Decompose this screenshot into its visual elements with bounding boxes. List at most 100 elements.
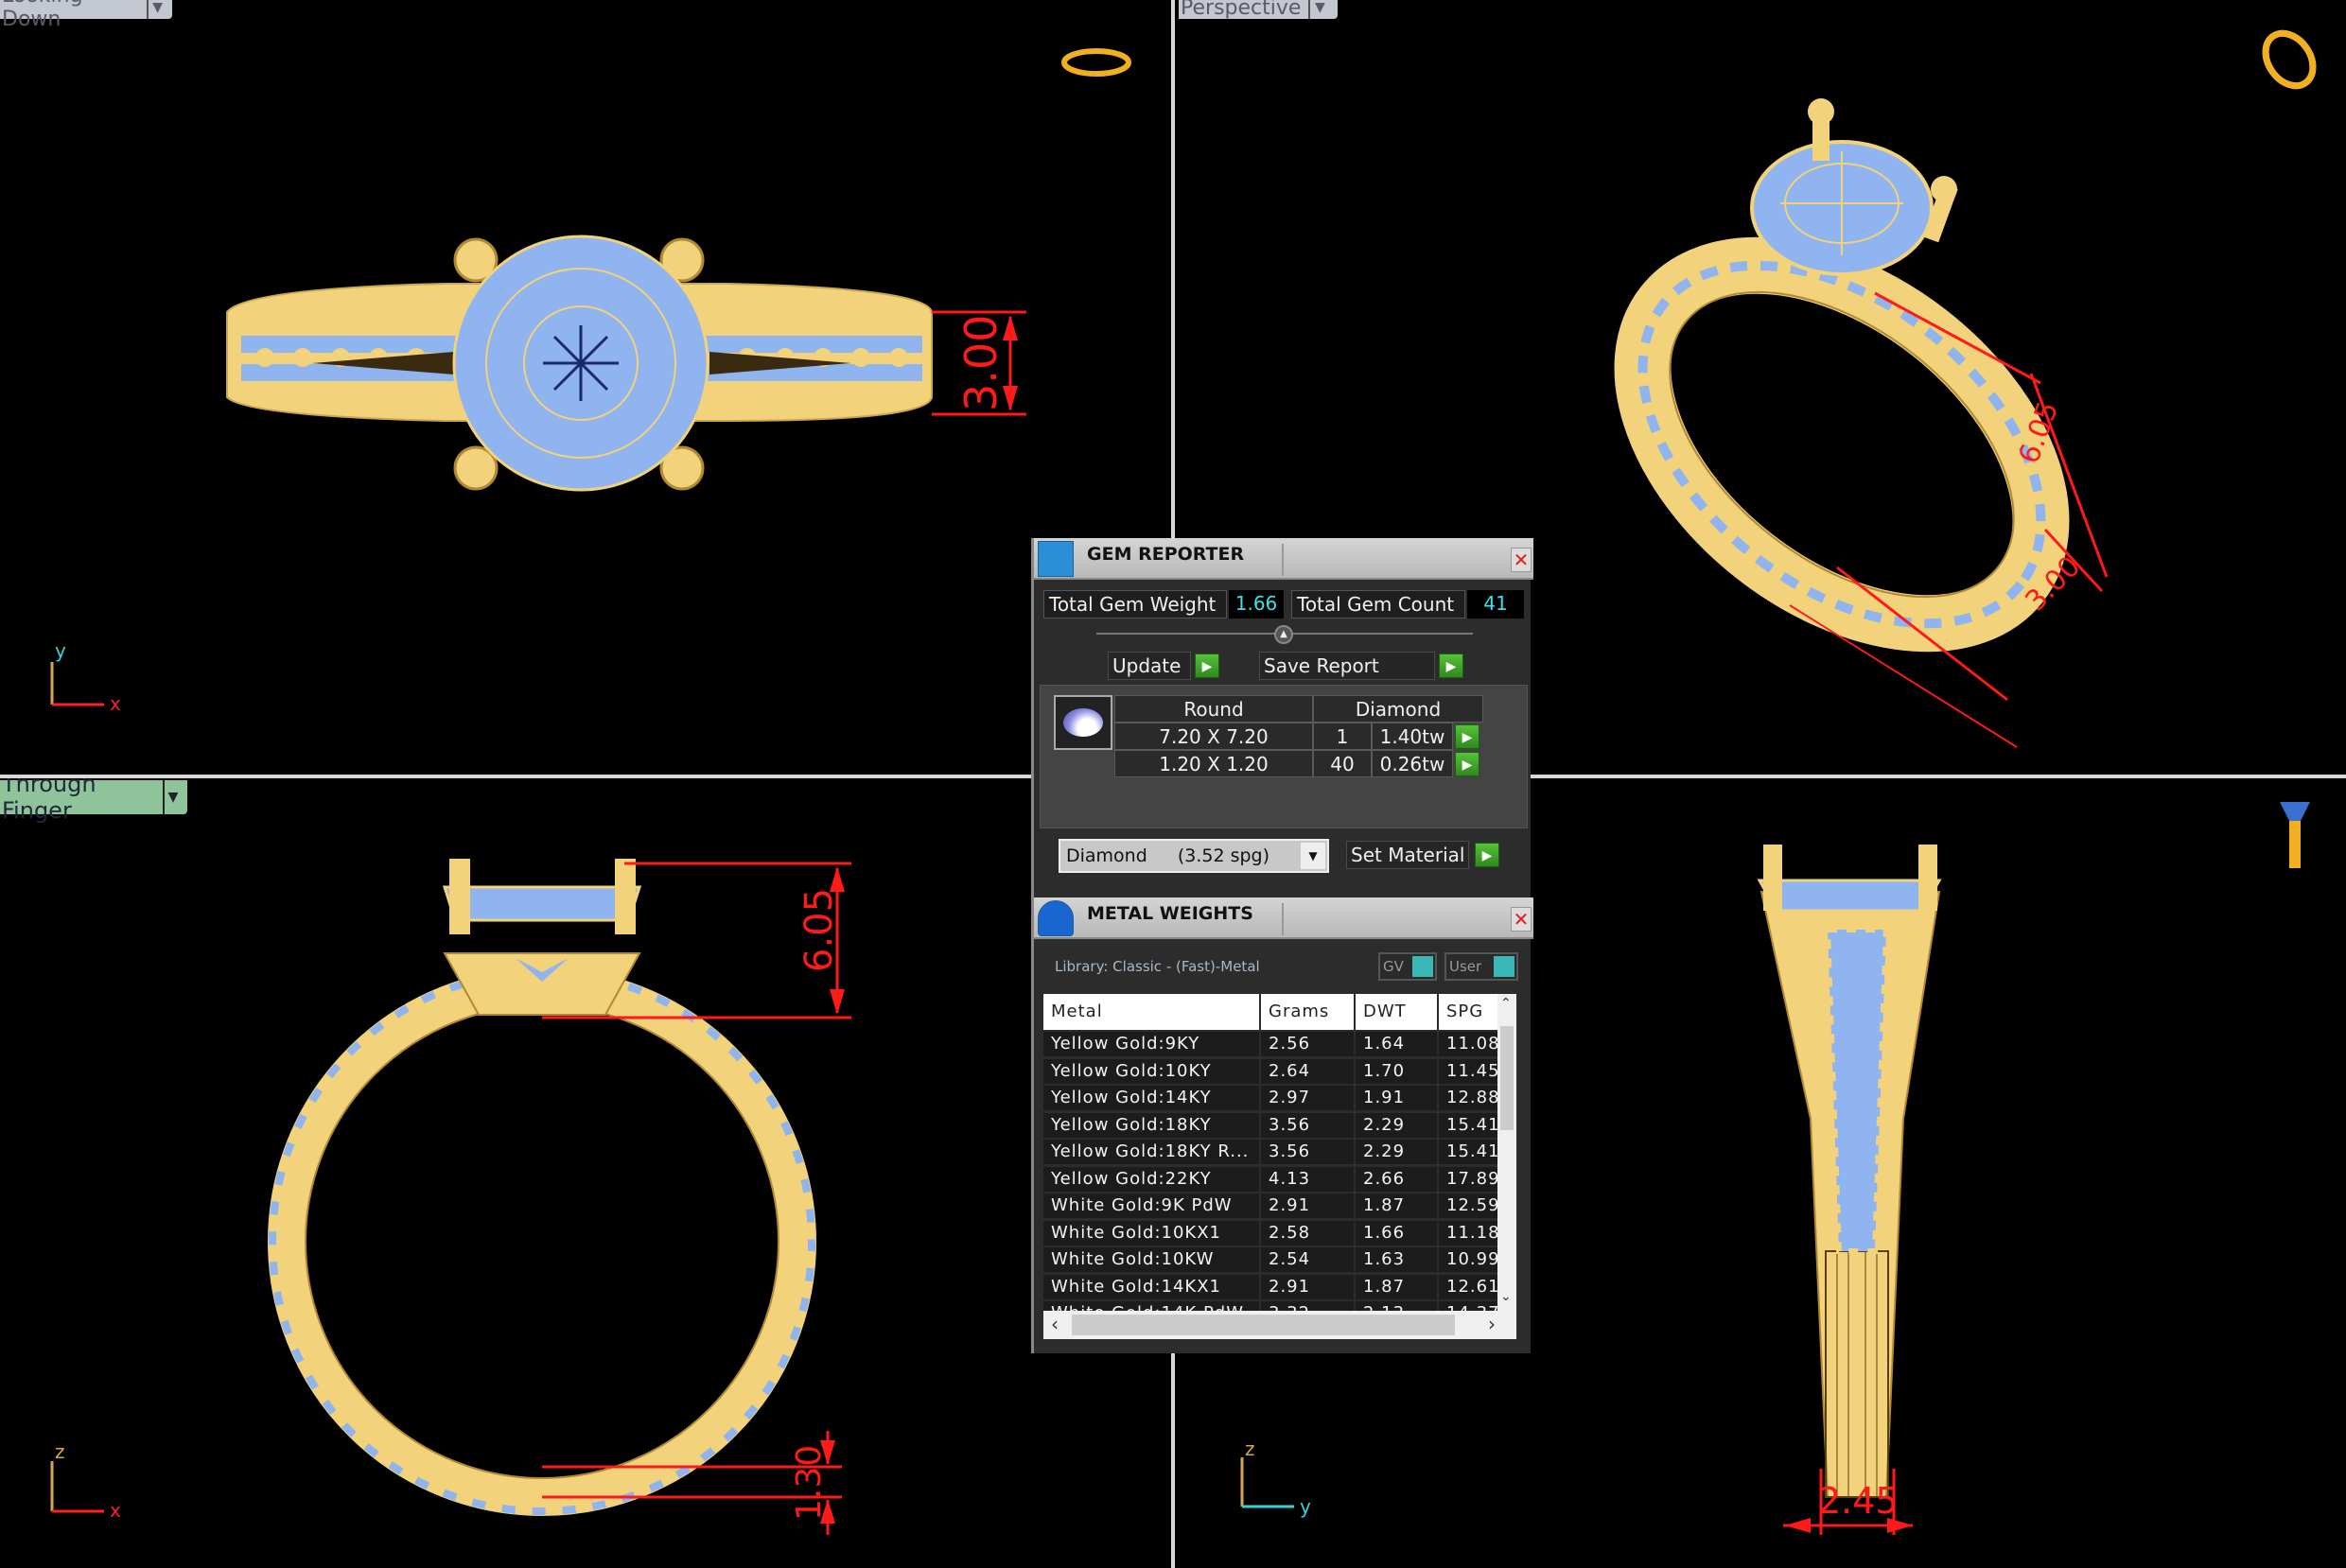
dwt-value-cell: 1.70 [1356, 1058, 1437, 1084]
title-separator [1282, 903, 1284, 935]
column-header-dwt[interactable]: DWT [1356, 994, 1437, 1030]
axis-x-label: x [110, 692, 121, 715]
gem-shape-header: Round [1114, 695, 1313, 723]
spg-value-cell: 10.99 [1439, 1247, 1497, 1272]
table-row[interactable]: Yellow Gold:18KY 3.56 2.29 15.41 [1043, 1112, 1507, 1138]
grams-value-cell: 2.64 [1261, 1058, 1354, 1084]
table-row[interactable]: Yellow Gold:9KY 2.56 1.64 11.08 [1043, 1032, 1507, 1056]
material-dropdown[interactable]: Diamond (3.52 spg) ▼ [1059, 839, 1329, 873]
select-gem-go-icon[interactable]: ▶ [1455, 752, 1479, 776]
axis-y-label: y [1300, 1495, 1311, 1518]
chevron-down-icon: ▼ [147, 0, 166, 19]
material-spg: (3.52 spg) [1177, 845, 1270, 866]
chevron-down-icon: ▼ [163, 780, 182, 814]
update-go-icon[interactable]: ▶ [1195, 653, 1219, 678]
toggle-switch [1412, 956, 1433, 977]
scroll-right-icon[interactable]: › [1488, 1313, 1496, 1335]
set-material-button[interactable]: Set Material [1346, 841, 1469, 869]
dwt-value-cell: 1.91 [1356, 1086, 1437, 1110]
library-label: Library: Classic - (Fast)-Metal [1055, 958, 1260, 975]
column-header-metal[interactable]: Metal [1043, 994, 1259, 1030]
scroll-down-icon[interactable]: ⌄ [1500, 1289, 1512, 1304]
close-icon[interactable]: ✕ [1511, 907, 1532, 932]
table-row[interactable]: Yellow Gold:10KY 2.64 1.70 11.45 [1043, 1058, 1507, 1084]
save-report-button[interactable]: Save Report [1259, 652, 1435, 680]
ring-front-view [50, 859, 851, 1535]
set-material-go-icon[interactable]: ▶ [1475, 843, 1499, 867]
collapse-icon[interactable]: ▲ [1274, 625, 1293, 644]
table-row[interactable]: White Gold:10KW 2.54 1.63 10.99 [1043, 1247, 1507, 1272]
panel-title: METAL WEIGHTS [1087, 903, 1253, 924]
scroll-up-icon[interactable]: ⌃ [1500, 996, 1512, 1011]
viewport-looking-down[interactable]: 3.00 y x Looking Down ▼ [0, 0, 1171, 775]
column-header-grams[interactable]: Grams [1261, 994, 1354, 1030]
gv-toggle[interactable]: GV [1378, 952, 1437, 981]
save-report-go-icon[interactable]: ▶ [1439, 653, 1463, 678]
total-gem-count-value: 41 [1467, 590, 1524, 618]
table-row[interactable]: Yellow Gold:14KY 2.97 1.91 12.88 [1043, 1086, 1507, 1110]
scrollbar-thumb[interactable] [1500, 1026, 1514, 1130]
gem-thumbnail-icon[interactable] [1054, 695, 1112, 750]
dwt-value-cell: 2.66 [1356, 1166, 1437, 1192]
spg-value-cell: 15.41 [1439, 1140, 1497, 1164]
grams-value-cell: 3.56 [1261, 1140, 1354, 1164]
grams-value-cell: 2.54 [1261, 1247, 1354, 1272]
spg-value-cell: 15.41 [1439, 1112, 1497, 1138]
dimension-label: 6.05 [797, 887, 841, 972]
update-button[interactable]: Update [1108, 652, 1191, 680]
view-selector-looking-down[interactable]: Looking Down ▼ [0, 0, 172, 31]
metal-name-cell: Yellow Gold:9KY [1043, 1032, 1259, 1056]
table-row[interactable]: White Gold:9K PdW 2.91 1.87 12.59 [1043, 1193, 1507, 1218]
metal-weights-titlebar[interactable]: METAL WEIGHTS ✕ [1034, 897, 1533, 939]
scroll-left-icon[interactable]: ‹ [1051, 1313, 1059, 1335]
view-label: Through Finger [2, 778, 96, 824]
spg-value-cell: 12.88 [1439, 1086, 1497, 1110]
grams-value-cell: 2.58 [1261, 1220, 1354, 1246]
table-row[interactable]: Yellow Gold:22KY 4.13 2.66 17.89 [1043, 1166, 1507, 1192]
gem-weight: 1.40tw [1372, 723, 1453, 750]
grams-value-cell: 3.56 [1261, 1112, 1354, 1138]
chevron-down-icon: ▼ [1301, 843, 1325, 869]
viewport-through-finger[interactable]: 6.05 1.30 z x Through Finger ▼ [0, 778, 1171, 1568]
view-selector-perspective[interactable]: Perspective ▼ [1179, 0, 1338, 20]
dwt-value-cell: 1.63 [1356, 1247, 1437, 1272]
table-row[interactable]: Yellow Gold:18KY R... 3.56 2.29 15.41 [1043, 1140, 1507, 1164]
column-header-spg[interactable]: SPG [1439, 994, 1497, 1030]
vertical-scrollbar[interactable]: ⌃ ⌄ [1497, 994, 1516, 1311]
metal-name-cell: Yellow Gold:22KY [1043, 1166, 1259, 1192]
metal-name-cell: Yellow Gold:18KY [1043, 1112, 1259, 1138]
metal-name-cell: White Gold:10KX1 [1043, 1220, 1259, 1246]
total-gem-weight-label: Total Gem Weight [1043, 590, 1227, 618]
table-row[interactable]: White Gold:14KX1 2.91 1.87 12.61 [1043, 1274, 1507, 1299]
dwt-value-cell: 2.29 [1356, 1112, 1437, 1138]
user-toggle[interactable]: User [1444, 952, 1518, 981]
spg-value-cell: 12.61 [1439, 1274, 1497, 1299]
dimension-label: 3.00 [955, 314, 1007, 411]
horizontal-scrollbar[interactable]: ‹ › [1043, 1311, 1516, 1339]
axis-z-label: z [55, 1440, 65, 1463]
spg-value-cell: 17.89 [1439, 1166, 1497, 1192]
viewcube-ring-icon [2280, 802, 2310, 821]
viewcube-ring-icon [2262, 29, 2317, 90]
axis-y-label: y [55, 639, 66, 662]
dimension-label: 1.30 [790, 1444, 829, 1521]
metal-name-cell: Yellow Gold:14KY [1043, 1086, 1259, 1110]
scrollbar-thumb[interactable] [1072, 1315, 1455, 1335]
grams-value-cell: 2.91 [1261, 1274, 1354, 1299]
gem-list: Round Diamond 7.20 X 7.20 1 1.40tw ▶ 1.2… [1040, 685, 1528, 828]
metal-name-cell: White Gold:14KX1 [1043, 1274, 1259, 1299]
dimension-label: 2.45 [1818, 1480, 1899, 1522]
panel-title: GEM REPORTER [1087, 544, 1245, 565]
select-gem-go-icon[interactable]: ▶ [1455, 724, 1479, 749]
metal-name-cell: White Gold:10KW [1043, 1247, 1259, 1272]
view-selector-through-finger[interactable]: Through Finger ▼ [0, 778, 187, 824]
view-label: Looking Down [2, 0, 83, 31]
gem-reporter-panel: GEM REPORTER ✕ Total Gem Weight 1.66 Tot… [1031, 538, 1533, 1353]
close-icon[interactable]: ✕ [1511, 548, 1532, 572]
total-gem-count-label: Total Gem Count [1291, 590, 1465, 618]
metal-name-cell: Yellow Gold:10KY [1043, 1058, 1259, 1084]
table-row[interactable]: White Gold:10KX1 2.58 1.66 11.18 [1043, 1220, 1507, 1246]
title-separator [1282, 544, 1284, 576]
gem-size: 7.20 X 7.20 [1114, 723, 1313, 750]
gem-reporter-titlebar[interactable]: GEM REPORTER ✕ [1034, 538, 1533, 580]
